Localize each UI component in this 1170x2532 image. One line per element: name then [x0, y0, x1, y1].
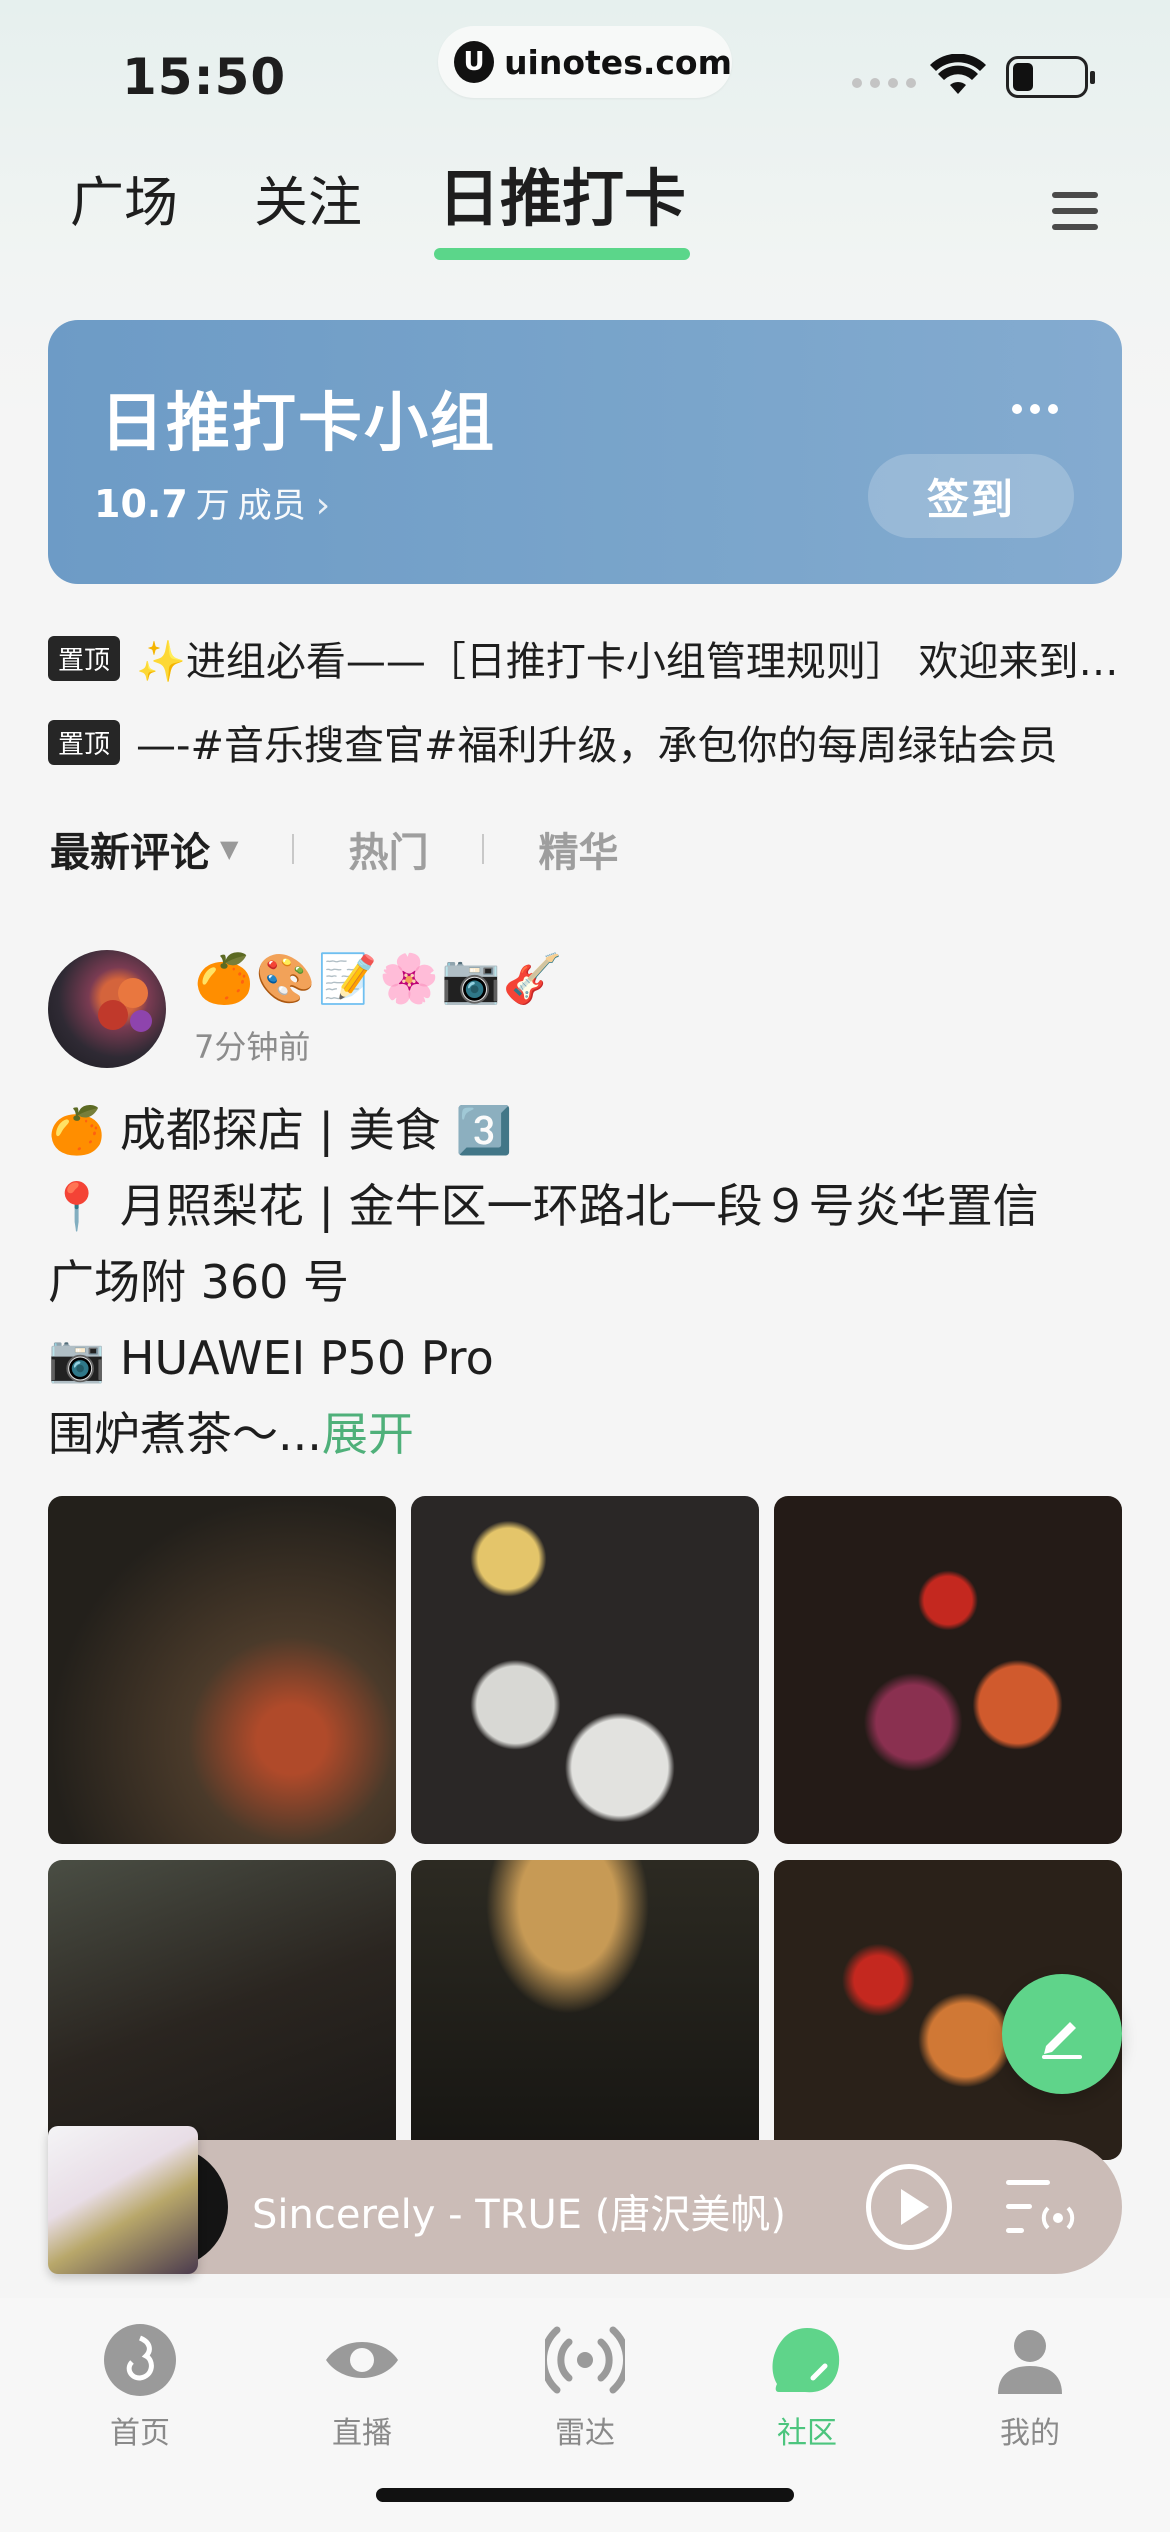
- url-text: uinotes.com: [504, 42, 732, 82]
- pen-icon: [1042, 2022, 1082, 2059]
- nav-mine[interactable]: 我的: [950, 2320, 1110, 2452]
- members-label: 成员: [237, 486, 306, 526]
- nav-home[interactable]: 首页: [60, 2320, 220, 2452]
- group-name: 日推打卡小组: [100, 387, 496, 461]
- sort-hot[interactable]: 热门: [348, 820, 428, 878]
- status-bar: 15:50 U uinotes.com: [0, 0, 1170, 150]
- tab-daily-checkin[interactable]: 日推打卡: [433, 168, 691, 260]
- wifi-icon: [930, 54, 986, 94]
- caret-down-icon[interactable]: ▼: [220, 835, 238, 863]
- pinned-badge: 置顶: [48, 719, 121, 765]
- post-photo[interactable]: [411, 1860, 759, 2160]
- post-photo[interactable]: [411, 1496, 759, 1844]
- pinned-text: ✨进组必看——［日推打卡小组管理规则］ 欢迎来到日推打卡小组: [136, 639, 1122, 685]
- avatar[interactable]: [48, 950, 166, 1068]
- community-icon: [772, 2328, 840, 2393]
- post-line: 📍 月照梨花 | 金牛区一环路北一段９号炎华置信: [48, 1179, 1039, 1233]
- hamburger-menu-icon[interactable]: [1052, 192, 1098, 232]
- radar-icon: [545, 2326, 625, 2394]
- group-members[interactable]: 10.7 万 成员 ›: [94, 478, 330, 527]
- status-time: 15:50: [122, 48, 287, 106]
- eye-icon: [326, 2342, 398, 2378]
- group-card[interactable]: 日推打卡小组 10.7 万 成员 › 签到: [48, 320, 1122, 584]
- album-cover[interactable]: [48, 2126, 198, 2274]
- post-line: 围炉煮茶～...展开: [48, 1396, 1128, 1472]
- divider: [292, 834, 295, 864]
- url-pill[interactable]: U uinotes.com: [438, 26, 732, 98]
- pinned-badge: 置顶: [48, 635, 121, 681]
- chevron-right-icon: ›: [315, 485, 331, 526]
- members-unit: 万: [195, 486, 230, 526]
- playlist-icon[interactable]: [1004, 2172, 1080, 2242]
- sort-tabs: 最新评论 ▼ 热门 精华: [50, 820, 618, 878]
- post-photo[interactable]: [48, 1496, 396, 1844]
- sort-latest[interactable]: 最新评论: [50, 820, 210, 878]
- nav-radar[interactable]: 雷达: [505, 2320, 665, 2452]
- compose-button[interactable]: [1002, 1974, 1122, 2094]
- song-title: Sincerely - TRUE (唐沢美帆): [252, 2192, 786, 2238]
- home-indicator: [376, 2488, 794, 2502]
- members-count: 10.7: [94, 482, 188, 526]
- nav-label: 直播: [332, 2416, 392, 2451]
- checkin-button[interactable]: 签到: [868, 454, 1074, 538]
- post-line: 广场附 360 号: [48, 1255, 350, 1309]
- divider: [482, 834, 485, 864]
- post-time: 7分钟前: [194, 1028, 311, 1066]
- expand-link[interactable]: 展开: [322, 1407, 414, 1461]
- post-photo[interactable]: [48, 1860, 396, 2160]
- pinned-post[interactable]: 置顶 ✨进组必看——［日推打卡小组管理规则］ 欢迎来到日推打卡小组: [48, 628, 1122, 688]
- post-line: 🍊 成都探店 | 美食 3️⃣: [48, 1103, 513, 1157]
- nav-label: 雷达: [555, 2416, 615, 2451]
- site-logo-icon: U: [454, 41, 495, 83]
- top-tabs: 广场 关注 日推打卡: [70, 168, 762, 260]
- tab-square[interactable]: 广场: [70, 176, 178, 230]
- profile-icon: [998, 2330, 1062, 2394]
- post-last-line: 围炉煮茶～...: [48, 1407, 322, 1461]
- mini-player[interactable]: Sincerely - TRUE (唐沢美帆): [48, 2140, 1122, 2274]
- nav-label: 社区: [777, 2416, 837, 2451]
- post-line: 📷 HUAWEI P50 Pro: [48, 1331, 494, 1385]
- tab-following[interactable]: 关注: [254, 176, 362, 230]
- cellular-signal-icon: [852, 78, 916, 88]
- post-photo[interactable]: [774, 1496, 1122, 1844]
- music-note-icon: [104, 2324, 176, 2396]
- play-button[interactable]: [866, 2164, 952, 2250]
- battery-icon: [1006, 56, 1095, 98]
- sort-featured[interactable]: 精华: [538, 820, 618, 878]
- nav-community[interactable]: 社区: [727, 2320, 887, 2452]
- more-options-icon[interactable]: [1012, 404, 1058, 414]
- author-name[interactable]: 🍊🎨📝🌸📷🎸: [194, 950, 565, 1007]
- post-body[interactable]: 🍊 成都探店 | 美食 3️⃣ 📍 月照梨花 | 金牛区一环路北一段９号炎华置信…: [48, 1092, 1128, 1472]
- pinned-text: —-#音乐搜查官#福利升级，承包你的每周绿钻会员: [136, 723, 1058, 769]
- nav-live[interactable]: 直播: [282, 2320, 442, 2452]
- nav-label: 首页: [110, 2416, 170, 2451]
- nav-label: 我的: [1000, 2416, 1060, 2451]
- pinned-post[interactable]: 置顶 —-#音乐搜查官#福利升级，承包你的每周绿钻会员: [48, 712, 1122, 772]
